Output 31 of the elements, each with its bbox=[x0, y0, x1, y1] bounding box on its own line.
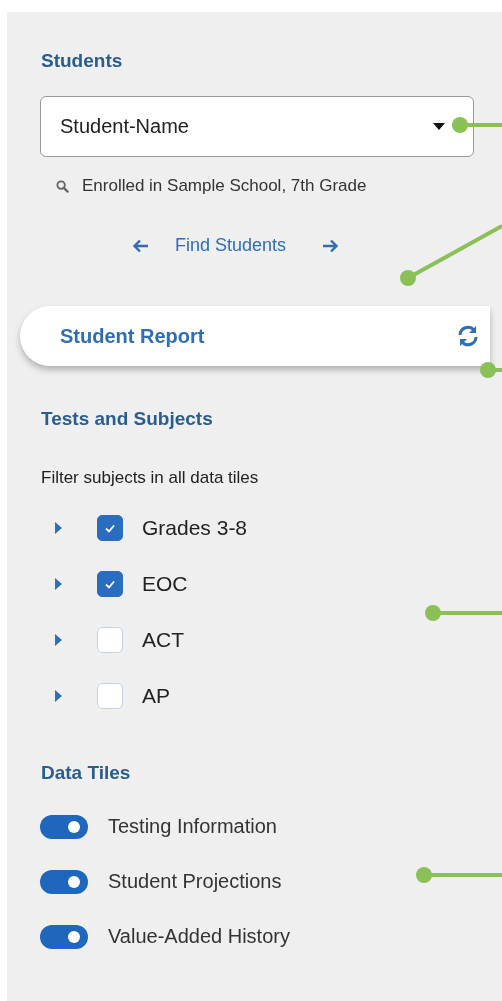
subject-label: ACT bbox=[142, 628, 184, 652]
subject-label: Grades 3-8 bbox=[142, 516, 248, 540]
expand-triangle-icon[interactable] bbox=[54, 634, 62, 646]
section-heading: Students bbox=[41, 49, 124, 73]
expand-triangle-icon[interactable] bbox=[54, 578, 62, 590]
expand-triangle-icon[interactable] bbox=[54, 522, 62, 534]
search-icon bbox=[56, 179, 69, 193]
toggle-switch[interactable] bbox=[40, 869, 88, 894]
subject-label: AP bbox=[142, 684, 170, 708]
left-arrow-icon[interactable] bbox=[133, 238, 149, 253]
refresh-icon[interactable] bbox=[456, 324, 480, 348]
right-arrow-icon[interactable] bbox=[322, 238, 339, 253]
leader-line bbox=[480, 362, 502, 378]
subject-label: EOC bbox=[142, 572, 188, 596]
toggle-switch[interactable] bbox=[40, 924, 88, 949]
enrollment-text: Enrolled in Sample School, 7th Grade bbox=[82, 175, 368, 197]
student-dropdown[interactable]: Student-Name bbox=[40, 96, 474, 157]
find-students-link[interactable]: Find Students bbox=[175, 235, 287, 256]
tile-label: Value-Added History bbox=[108, 925, 290, 948]
toggle-switch[interactable] bbox=[40, 814, 88, 839]
leader-line bbox=[452, 117, 502, 133]
section-heading: Data Tiles bbox=[41, 761, 132, 785]
expand-triangle-icon[interactable] bbox=[54, 690, 62, 702]
caret-icon bbox=[433, 123, 445, 130]
report-title: Student Report bbox=[60, 324, 205, 348]
checkbox[interactable] bbox=[97, 571, 123, 597]
tile-label: Testing Information bbox=[108, 815, 277, 838]
filter-hint: Filter subjects in all data tiles bbox=[41, 468, 260, 488]
section-heading: Tests and Subjects bbox=[41, 407, 214, 431]
tile-label: Student Projections bbox=[108, 870, 282, 893]
checkbox[interactable] bbox=[97, 515, 123, 541]
